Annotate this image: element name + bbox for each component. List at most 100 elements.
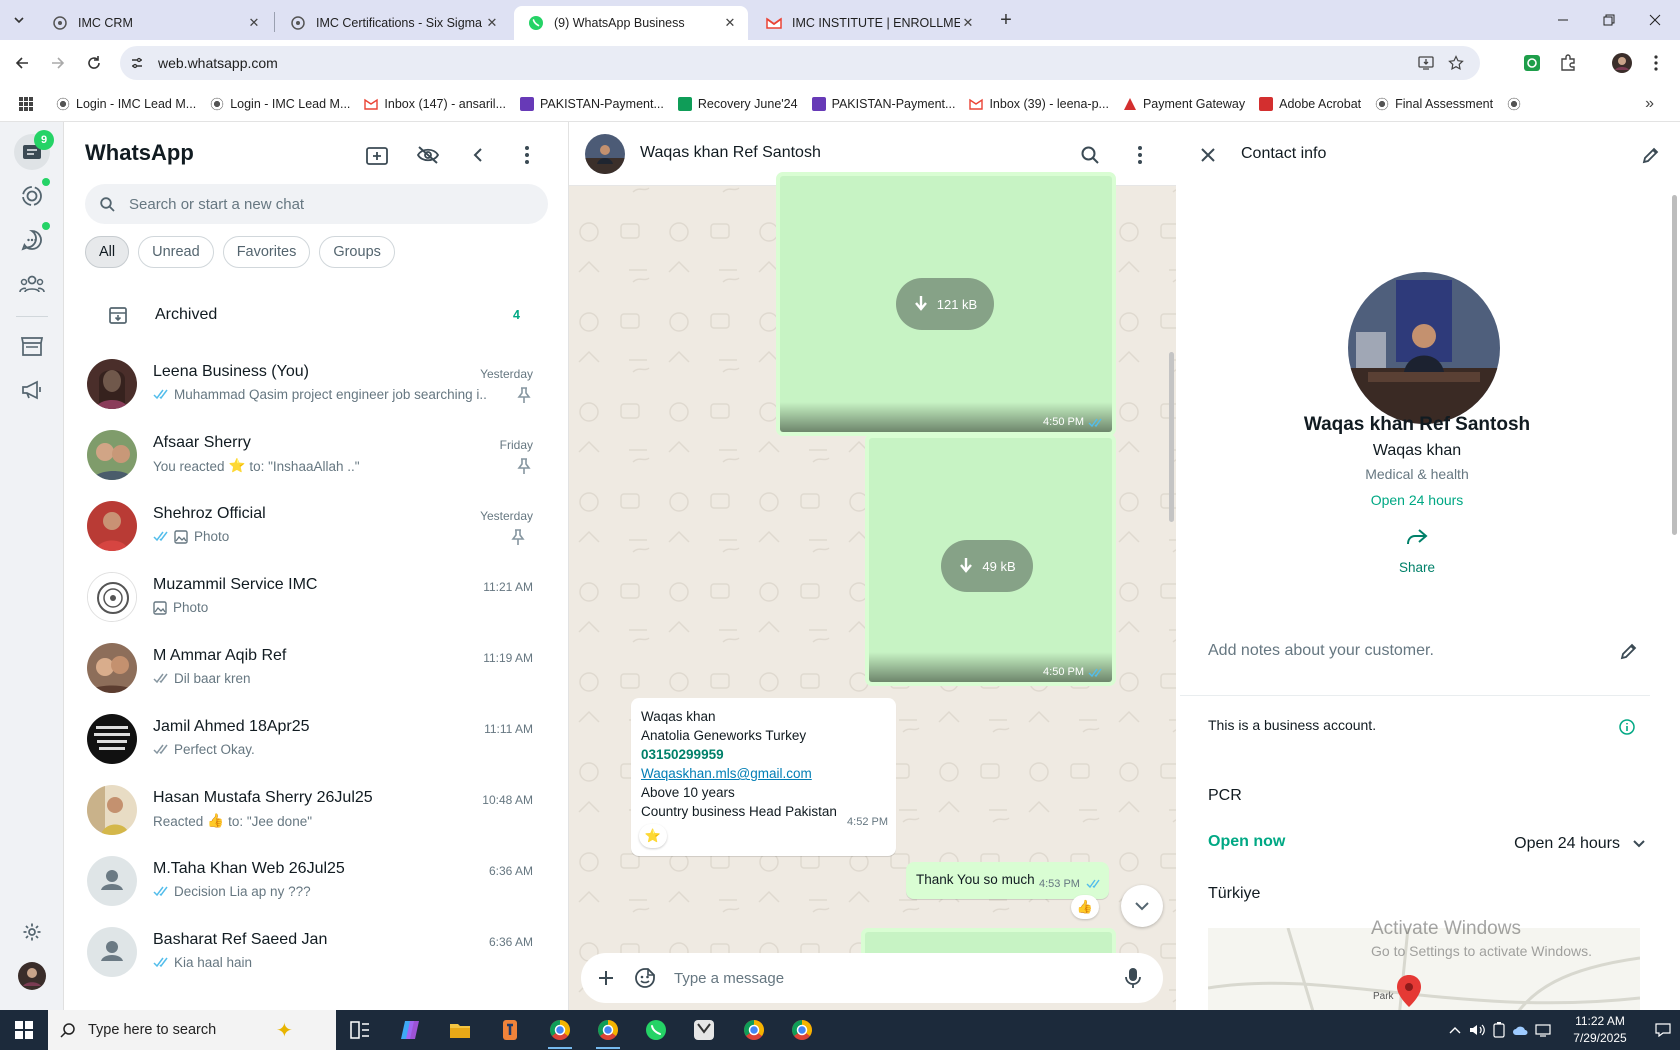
message-input[interactable]: Type a message bbox=[674, 970, 1111, 987]
bookmark-item[interactable]: Login - IMC Lead M... bbox=[210, 96, 350, 111]
phone-link[interactable]: 03150299959 bbox=[641, 745, 886, 764]
browser-menu-icon[interactable] bbox=[1640, 47, 1672, 79]
weather-icon[interactable] bbox=[1510, 1023, 1532, 1037]
contact-avatar[interactable] bbox=[585, 134, 625, 174]
install-app-icon[interactable] bbox=[1414, 51, 1438, 75]
bookmark-item[interactable]: Payment Gateway bbox=[1123, 97, 1245, 111]
chat-row-m-ammar-aqib[interactable]: M Ammar Aqib Ref 11:19 AM Dil baar kren bbox=[64, 630, 564, 706]
minimize-window-icon[interactable] bbox=[1540, 0, 1586, 40]
chat-row-leena-business[interactable]: Leena Business (You) Yesterday Muhammad … bbox=[64, 346, 564, 422]
taskbar-search-input[interactable]: Type here to search ✦ bbox=[48, 1010, 336, 1050]
browser-tab-imc-crm[interactable]: IMC CRM ✕ bbox=[38, 6, 272, 40]
download-button[interactable]: 121 kB bbox=[896, 278, 994, 330]
more-bookmarks-icon[interactable]: » bbox=[1645, 95, 1654, 113]
filter-chip-favorites[interactable]: Favorites bbox=[222, 236, 311, 268]
share-button[interactable]: Share bbox=[1381, 522, 1453, 582]
ads-megaphone-icon[interactable] bbox=[14, 372, 50, 408]
close-tab-icon[interactable]: ✕ bbox=[484, 15, 500, 31]
chat-row-shehroz-official[interactable]: Shehroz Official Yesterday Photo bbox=[64, 488, 564, 564]
contact-profile-photo[interactable] bbox=[1348, 272, 1500, 424]
chats-nav-icon[interactable]: 9 bbox=[14, 130, 54, 170]
image-message[interactable]: 49 kB 4:50 PM bbox=[865, 434, 1116, 686]
chat-row-afsaar-sherry[interactable]: Afsaar Sherry Friday You reacted ⭐ to: "In… bbox=[64, 417, 564, 493]
site-info-icon[interactable] bbox=[120, 46, 154, 80]
bookmark-item[interactable]: PAKISTAN-Payment... bbox=[520, 96, 664, 111]
close-tab-icon[interactable]: ✕ bbox=[960, 15, 976, 31]
close-tab-icon[interactable]: ✕ bbox=[722, 15, 738, 31]
message-reaction[interactable]: ⭐ bbox=[639, 824, 667, 848]
apps-grid-icon[interactable] bbox=[14, 92, 38, 116]
customer-notes-field[interactable]: Add notes about your customer. bbox=[1208, 642, 1648, 672]
catalog-nav-icon[interactable] bbox=[14, 328, 50, 364]
notifications-icon[interactable] bbox=[1640, 1023, 1680, 1037]
sticker-emoji-icon[interactable] bbox=[628, 956, 662, 1000]
edit-notes-pencil-icon[interactable] bbox=[1616, 638, 1642, 664]
browser-tab-whatsapp[interactable]: (9) WhatsApp Business ✕ bbox=[514, 6, 748, 40]
browser-tab-imc-enrollment[interactable]: IMC INSTITUTE | ENROLLMENT ✕ bbox=[752, 6, 986, 40]
windows-start-icon[interactable] bbox=[0, 1010, 48, 1050]
bookmark-item[interactable]: Final Assessment bbox=[1375, 96, 1493, 111]
chat-row-m-taha-khan[interactable]: M.Taha Khan Web 26Jul25 6:36 AM Decision… bbox=[64, 843, 564, 919]
chat-row-hasan-mustafa[interactable]: Hasan Mustafa Sherry 26Jul25 10:48 AM Re… bbox=[64, 772, 564, 848]
settings-gear-icon[interactable] bbox=[14, 914, 50, 950]
edit-pencil-icon[interactable] bbox=[1638, 142, 1664, 168]
file-explorer-icon[interactable] bbox=[436, 1010, 484, 1050]
filter-chip-unread[interactable]: Unread bbox=[138, 236, 214, 268]
email-link[interactable]: Waqaskhan.mls@gmail.com bbox=[641, 764, 886, 783]
restore-window-icon[interactable] bbox=[1586, 0, 1632, 40]
download-button[interactable]: 49 kB bbox=[941, 540, 1033, 592]
chat-search-input[interactable]: Search or start a new chat bbox=[85, 184, 548, 224]
hours-dropdown[interactable]: Open 24 hours bbox=[1426, 831, 1648, 857]
chrome-taskbar-icon[interactable] bbox=[584, 1010, 632, 1050]
location-map[interactable]: Park bbox=[1208, 928, 1640, 1010]
taskbar-clock[interactable]: 11:22 AM 7/29/2025 bbox=[1560, 1013, 1640, 1047]
communities-nav-icon[interactable] bbox=[14, 266, 50, 302]
back-arrow-icon[interactable] bbox=[6, 47, 38, 79]
url-text[interactable]: web.whatsapp.com bbox=[158, 55, 278, 71]
conversation-menu-icon[interactable] bbox=[1127, 142, 1153, 168]
address-bar[interactable]: web.whatsapp.com bbox=[120, 46, 1480, 80]
image-message[interactable]: 121 kB 4:50 PM bbox=[776, 172, 1116, 436]
bookmark-item[interactable]: PAKISTAN-Payment... bbox=[811, 96, 955, 111]
attach-plus-icon[interactable] bbox=[584, 956, 628, 1000]
filter-chip-groups[interactable]: Groups bbox=[319, 236, 395, 268]
bookmark-item[interactable]: Login - IMC Lead M... bbox=[56, 96, 196, 111]
close-tab-icon[interactable]: ✕ bbox=[246, 15, 262, 31]
chat-row-basharat-ref[interactable]: Basharat Ref Saeed Jan 6:36 AM Kia haal … bbox=[64, 914, 564, 990]
outgoing-message[interactable]: Thank You so much 4:53 PM bbox=[906, 862, 1109, 899]
figma-app-icon[interactable] bbox=[486, 1010, 534, 1050]
archived-row[interactable]: Archived 4 bbox=[64, 285, 564, 345]
bookmark-item[interactable]: Inbox (147) - ansaril... bbox=[364, 97, 506, 111]
my-profile-avatar[interactable] bbox=[14, 958, 50, 994]
volume-icon[interactable] bbox=[1466, 1023, 1488, 1037]
conversation-scrollbar[interactable] bbox=[1169, 352, 1174, 522]
tab-search-icon[interactable] bbox=[8, 9, 30, 31]
collapse-chevron-icon[interactable] bbox=[463, 140, 493, 170]
bookmark-item[interactable]: Inbox (39) - leena-p... bbox=[969, 97, 1109, 111]
info-circle-icon[interactable] bbox=[1616, 716, 1638, 738]
new-tab-icon[interactable]: + bbox=[994, 8, 1018, 32]
chat-row-jamil-ahmed[interactable]: Jamil Ahmed 18Apr25 11:11 AM Perfect Oka… bbox=[64, 701, 564, 777]
tray-chevron-icon[interactable] bbox=[1444, 1026, 1466, 1034]
bookmark-item[interactable]: Recovery June'24 bbox=[677, 96, 798, 111]
network-icon[interactable] bbox=[1532, 1023, 1554, 1037]
contact-info-scrollbar[interactable] bbox=[1672, 195, 1677, 535]
copilot-icon[interactable] bbox=[386, 1010, 434, 1050]
conversation-title[interactable]: Waqas khan Ref Santosh bbox=[640, 144, 821, 162]
chat-row-muzammil-service[interactable]: Muzammil Service IMC 11:21 AM Photo bbox=[64, 559, 564, 635]
profile-avatar-icon[interactable] bbox=[1606, 47, 1638, 79]
whatsapp-taskbar-icon[interactable] bbox=[632, 1010, 680, 1050]
extensions-puzzle-icon[interactable] bbox=[1552, 47, 1584, 79]
browser-tab-imc-certifications[interactable]: IMC Certifications - Six Sigma G ✕ bbox=[276, 6, 510, 40]
chrome-taskbar-icon[interactable] bbox=[778, 1010, 826, 1050]
microphone-icon[interactable] bbox=[1111, 956, 1155, 1000]
close-icon[interactable] bbox=[1195, 142, 1221, 168]
chrome-taskbar-icon[interactable] bbox=[536, 1010, 584, 1050]
search-messages-icon[interactable] bbox=[1077, 142, 1103, 168]
forward-arrow-icon[interactable] bbox=[42, 47, 74, 79]
clock-app-icon[interactable] bbox=[680, 1010, 728, 1050]
bookmark-star-icon[interactable] bbox=[1444, 51, 1468, 75]
imc-icon[interactable] bbox=[1507, 96, 1522, 111]
incoming-message[interactable]: Waqas khan Anatolia Geneworks Turkey 031… bbox=[631, 698, 896, 856]
channels-nav-icon[interactable] bbox=[14, 222, 50, 258]
